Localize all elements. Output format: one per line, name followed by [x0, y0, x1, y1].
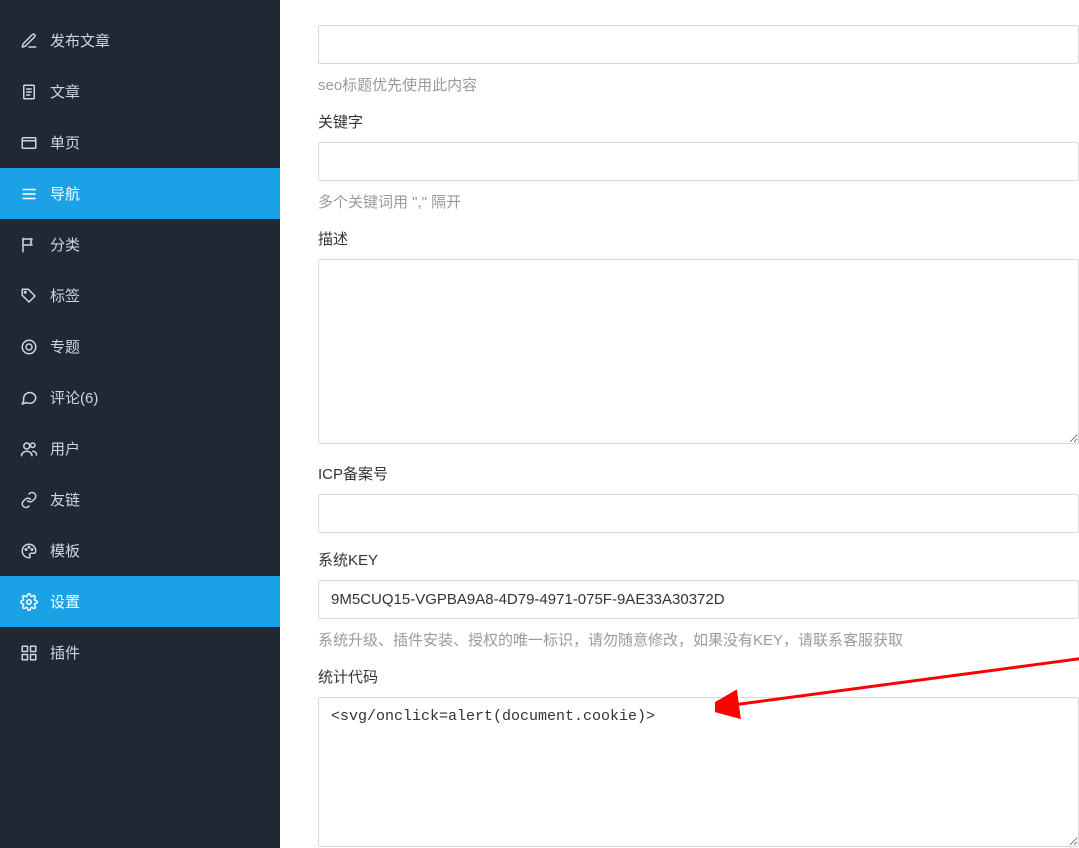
sidebar-item-topics[interactable]: 专题: [0, 321, 280, 372]
gear-icon: [20, 593, 38, 611]
keywords-input[interactable]: [318, 142, 1079, 181]
description-label: 描述: [318, 228, 1079, 249]
main-content: seo标题优先使用此内容 关键字 多个关键词用 "," 隔开 描述 ICP备案号…: [280, 0, 1079, 848]
nav-icon: [20, 185, 38, 203]
sidebar-item-comments[interactable]: 评论(6): [0, 372, 280, 423]
sidebar-item-label: 分类: [50, 234, 80, 255]
sidebar-item-label: 标签: [50, 285, 80, 306]
seo-title-input[interactable]: [318, 25, 1079, 64]
sidebar-item-settings[interactable]: 设置: [0, 576, 280, 627]
link-icon: [20, 491, 38, 509]
field-system-key: 系统KEY 系统升级、插件安装、授权的唯一标识，请勿随意修改，如果没有KEY，请…: [318, 549, 1079, 650]
sidebar-item-label: 文章: [50, 81, 80, 102]
description-textarea[interactable]: [318, 259, 1079, 444]
field-icp: ICP备案号: [318, 463, 1079, 533]
tag-icon: [20, 287, 38, 305]
sidebar-item-label: 用户: [50, 438, 80, 459]
sidebar-item-label: 导航: [50, 183, 80, 204]
sidebar-item-nav[interactable]: 导航: [0, 168, 280, 219]
sidebar-item-label: 插件: [50, 642, 80, 663]
flag-icon: [20, 236, 38, 254]
system-key-input[interactable]: [318, 580, 1079, 619]
keywords-help: 多个关键词用 "," 隔开: [318, 191, 1079, 212]
keywords-label: 关键字: [318, 111, 1079, 132]
users-icon: [20, 440, 38, 458]
icp-label: ICP备案号: [318, 463, 1079, 484]
sidebar-item-label: 专题: [50, 336, 80, 357]
system-key-label: 系统KEY: [318, 549, 1079, 570]
page-icon: [20, 134, 38, 152]
icp-input[interactable]: [318, 494, 1079, 533]
sidebar-item-label: 单页: [50, 132, 80, 153]
sidebar-item-label: 模板: [50, 540, 80, 561]
sidebar: 发布文章 文章 单页 导航 分类 标签 专题 评论(6) 用户 友链 模板: [0, 0, 280, 848]
palette-icon: [20, 542, 38, 560]
target-icon: [20, 338, 38, 356]
doc-icon: [20, 83, 38, 101]
sidebar-item-categories[interactable]: 分类: [0, 219, 280, 270]
field-stats-code: 统计代码: [318, 666, 1079, 848]
sidebar-item-label: 设置: [50, 591, 80, 612]
stats-code-label: 统计代码: [318, 666, 1079, 687]
sidebar-item-label: 评论(6): [50, 387, 98, 408]
seo-title-help: seo标题优先使用此内容: [318, 74, 1079, 95]
sidebar-item-label: 发布文章: [50, 30, 110, 51]
sidebar-item-users[interactable]: 用户: [0, 423, 280, 474]
sidebar-item-plugins[interactable]: 插件: [0, 627, 280, 678]
sidebar-item-links[interactable]: 友链: [0, 474, 280, 525]
field-keywords: 关键字 多个关键词用 "," 隔开: [318, 111, 1079, 212]
sidebar-item-publish[interactable]: 发布文章: [0, 15, 280, 66]
sidebar-item-templates[interactable]: 模板: [0, 525, 280, 576]
sidebar-item-tags[interactable]: 标签: [0, 270, 280, 321]
sidebar-item-articles[interactable]: 文章: [0, 66, 280, 117]
system-key-help: 系统升级、插件安装、授权的唯一标识，请勿随意修改，如果没有KEY，请联系客服获取: [318, 629, 1079, 650]
field-seo-title: seo标题优先使用此内容: [318, 25, 1079, 95]
sidebar-item-label: 友链: [50, 489, 80, 510]
grid-icon: [20, 644, 38, 662]
comment-icon: [20, 389, 38, 407]
edit-icon: [20, 32, 38, 50]
field-description: 描述: [318, 228, 1079, 447]
sidebar-item-pages[interactable]: 单页: [0, 117, 280, 168]
stats-code-textarea[interactable]: [318, 697, 1079, 847]
